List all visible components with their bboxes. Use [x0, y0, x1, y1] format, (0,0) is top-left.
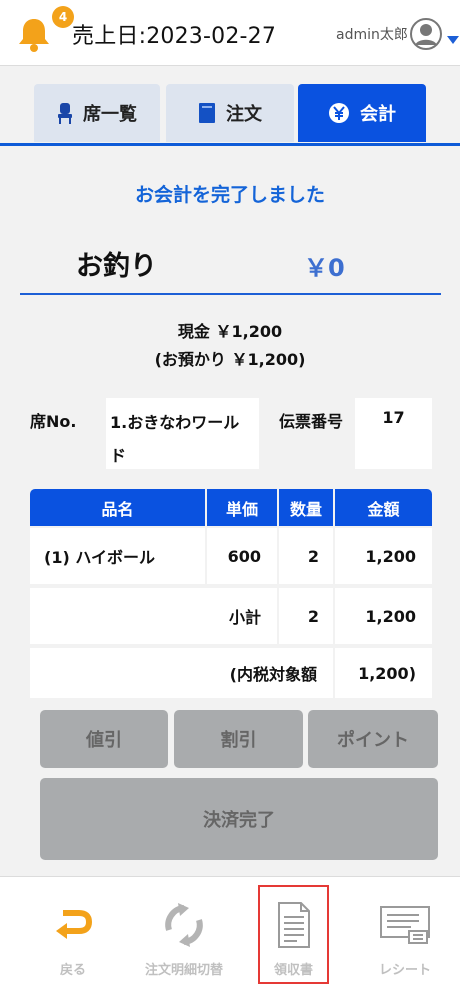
slip-number-value: 17: [355, 398, 432, 469]
chevron-down-icon[interactable]: [446, 30, 460, 44]
tax-target-label: (内税対象額: [30, 648, 333, 698]
subtotal-quantity: 2: [279, 588, 333, 644]
sales-date: 売上日:2023-02-27: [72, 24, 277, 49]
change-amount: ￥0: [304, 254, 345, 282]
seat-label: 席No.: [30, 412, 77, 431]
column-header-item: 品名: [30, 489, 205, 526]
bottom-nav: 戻る 注文明細切替 領収書 レシート: [0, 876, 460, 992]
divider: [20, 293, 441, 295]
discount-rate-button[interactable]: 割引: [174, 710, 303, 768]
deposit-amount: (お預かり ￥1,200): [154, 350, 306, 369]
complete-payment-button[interactable]: 決済完了: [40, 778, 438, 860]
column-header-amount: 金額: [335, 489, 432, 526]
tab-label: 会計: [360, 104, 396, 125]
points-button[interactable]: ポイント: [308, 710, 438, 768]
nav-label: 注文明細切替: [144, 963, 223, 978]
nav-label: 戻る: [59, 963, 86, 978]
table-row-unit-price: 600: [207, 528, 277, 584]
tab-label: 席一覧: [83, 104, 137, 125]
subtotal-label: 小計: [30, 588, 277, 644]
yen-icon: [328, 102, 350, 124]
back-button[interactable]: 戻る: [22, 877, 124, 992]
receipt-highlight-box: [258, 885, 329, 984]
slip-number-label: 伝票番号: [279, 412, 344, 431]
seat-value: 1.おきなわワールド: [106, 398, 259, 469]
tax-target-amount: 1,200): [335, 648, 432, 698]
tab-seat-list[interactable]: 席一覧: [34, 84, 160, 142]
nav-label: レシート: [378, 963, 431, 978]
refresh-icon: [161, 901, 207, 949]
toggle-order-details-button[interactable]: 注文明細切替: [128, 877, 240, 992]
chair-icon: [57, 102, 73, 124]
change-label: お釣り: [76, 251, 157, 282]
column-header-quantity: 数量: [279, 489, 333, 526]
bell-icon[interactable]: [14, 14, 54, 54]
table-row-item-name: (1) ハイボール: [30, 528, 205, 584]
tab-label: 注文: [226, 104, 262, 125]
tab-order[interactable]: 注文: [166, 84, 294, 142]
user-name[interactable]: admin太郎: [336, 24, 408, 44]
table-row-amount: 1,200: [335, 528, 432, 584]
print-receipt-button[interactable]: レシート: [360, 877, 450, 992]
discount-amount-button[interactable]: 値引: [40, 710, 168, 768]
top-bar: 4 売上日:2023-02-27 admin太郎: [0, 0, 460, 66]
completed-message: お会計を完了しました: [134, 184, 325, 206]
avatar-icon[interactable]: [410, 18, 442, 50]
notification-badge: 4: [52, 6, 74, 28]
cash-amount: 現金 ￥1,200: [177, 322, 283, 341]
tab-payment[interactable]: 会計: [298, 84, 426, 142]
table-row-quantity: 2: [279, 528, 333, 584]
return-arrow-icon: [53, 901, 93, 949]
printer-receipt-icon: [379, 901, 431, 949]
column-header-unit-price: 単価: [207, 489, 277, 526]
order-book-icon: [198, 102, 216, 124]
subtotal-amount: 1,200: [335, 588, 432, 644]
tab-bar: 席一覧 注文 会計: [0, 66, 460, 146]
